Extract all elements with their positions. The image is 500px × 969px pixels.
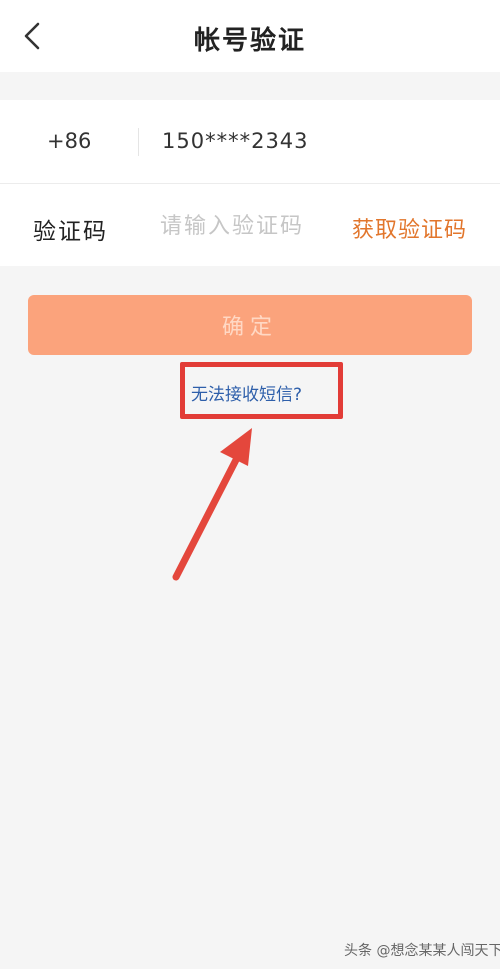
country-code: +86 [47, 129, 92, 153]
get-code-button[interactable]: 获取验证码 [352, 212, 467, 244]
field-separator [138, 128, 139, 156]
nav-bar: 帐号验证 [0, 0, 500, 72]
code-label: 验证码 [33, 219, 108, 245]
verification-code-input[interactable] [160, 206, 338, 246]
page-title: 帐号验证 [193, 26, 306, 56]
confirm-button[interactable]: 确定 [28, 295, 472, 355]
verification-form: +86 150****2343 验证码 获取验证码 [0, 100, 500, 266]
phone-row: +86 150****2343 [0, 100, 500, 183]
no-sms-link[interactable]: 无法接收短信? [191, 380, 302, 405]
account-verification-page: 帐号验证 +86 150****2343 验证码 获取验证码 确定 无法接收短信… [0, 0, 500, 969]
phone-number: 150****2343 [162, 129, 309, 153]
watermark: 头条 @想念某某人闯天下 [344, 943, 500, 959]
code-row: 验证码 获取验证码 [0, 184, 500, 267]
